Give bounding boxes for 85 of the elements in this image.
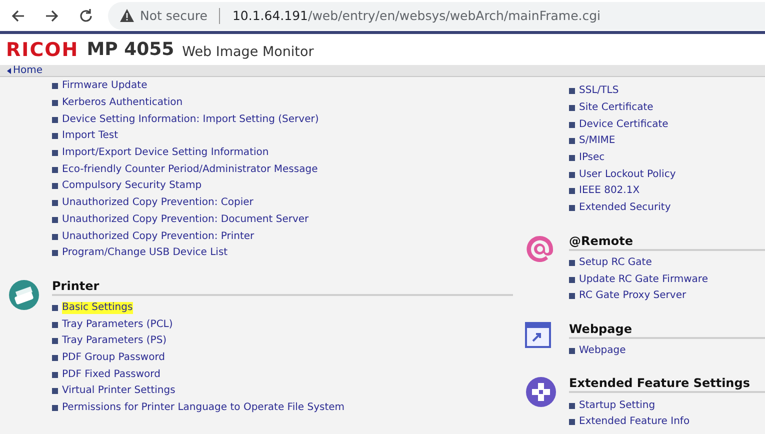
menu-link[interactable]: Site Certificate (579, 102, 654, 114)
menu-link[interactable]: SSL/TLS (579, 85, 619, 98)
bullet-icon (569, 205, 575, 212)
menu-link[interactable]: Setup RC Gate (579, 256, 652, 269)
bullet-icon (569, 122, 575, 128)
bullet-icon (569, 348, 575, 354)
menu-link[interactable]: User Lockout Policy (579, 168, 676, 181)
bullet-icon (52, 234, 58, 240)
menu-link[interactable]: PDF Group Password (62, 352, 165, 364)
bullet-icon (52, 100, 58, 106)
menu-link[interactable]: IEEE 802.1X (579, 185, 640, 198)
menu-link[interactable]: Import Test (62, 130, 118, 142)
bullet-icon (569, 276, 575, 283)
menu-link[interactable]: S/MIME (579, 135, 616, 148)
menu-link[interactable]: Device Setting Information: Import Setting (Server) (62, 114, 319, 126)
bullet-icon (52, 83, 58, 90)
menu-link[interactable]: Startup Setting (579, 400, 656, 412)
menu-link[interactable]: Eco-friendly Counter Period/Administrator Message (62, 164, 318, 176)
triangle-icon (7, 68, 11, 74)
section-heading: Webpage (569, 320, 765, 339)
section-heading: Extended Feature Settings (569, 375, 765, 394)
menu-link[interactable]: Firmware Update (62, 80, 148, 92)
menu-link[interactable]: Unauthorized Copy Prevention: Document Server (62, 214, 309, 226)
brand-logo: RICOH (6, 38, 79, 60)
address-bar[interactable]: Not secure 10.1.64.191/web/entry/en/websys/webArch/mainFrame.cgi (108, 2, 765, 30)
webpage-icon (525, 322, 551, 348)
menu-link[interactable]: Tray Parameters (PS) (62, 335, 167, 348)
menu-link[interactable]: Extended Feature Info (579, 416, 690, 428)
menu-link[interactable]: Basic Settings (62, 302, 133, 314)
bullet-icon (52, 250, 58, 256)
bullet-icon (52, 354, 58, 361)
menu-link[interactable]: Program/Change USB Device List (62, 247, 228, 260)
bullet-icon (569, 105, 575, 112)
bullet-icon (569, 188, 575, 194)
bullet-icon (52, 116, 58, 123)
bullet-icon (52, 166, 58, 173)
printer-icon (8, 278, 40, 311)
bullet-icon (569, 293, 575, 300)
menu-link[interactable]: Tray Parameters (PCL) (62, 318, 173, 331)
menu-link[interactable]: Unauthorized Copy Prevention: Copier (62, 197, 254, 210)
menu-link[interactable]: Device Certificate (579, 118, 668, 131)
menu-link[interactable]: IPsec (579, 152, 605, 164)
menu-link[interactable]: Unauthorized Copy Prevention: Printer (62, 230, 254, 243)
bullet-icon (569, 138, 575, 144)
reload-icon (78, 8, 94, 24)
security-label: Not secure (140, 8, 208, 23)
home-link[interactable]: Home (7, 65, 43, 76)
menu-link[interactable]: Webpage (579, 344, 626, 357)
bullet-icon (52, 200, 58, 206)
bullet-icon (52, 322, 58, 328)
warning-icon (120, 9, 134, 22)
bullet-icon (52, 133, 58, 140)
url-path: /web/entry/en/websys/webArch/mainFrame.cgi (308, 8, 601, 23)
url-host: 10.1.64.191 (232, 8, 308, 23)
extended-features-icon (525, 376, 557, 408)
bullet-icon (569, 402, 575, 409)
bullet-icon (569, 172, 575, 178)
bullet-icon (52, 338, 58, 344)
bullet-icon (569, 419, 575, 426)
menu-link[interactable]: Import/Export Device Setting Information (62, 147, 269, 160)
model-name: MP 4055 (86, 39, 174, 60)
back-arrow-icon (10, 8, 26, 24)
bullet-icon (52, 388, 58, 394)
bullet-icon (569, 260, 575, 266)
product-name: Web Image Monitor (182, 44, 314, 60)
section-heading: @Remote (569, 232, 765, 250)
bullet-icon (52, 183, 58, 190)
bullet-icon (52, 405, 58, 412)
menu-link[interactable]: Permissions for Printer Language to Operate File System (62, 402, 345, 414)
bullet-icon (52, 216, 58, 223)
bullet-icon (52, 304, 58, 311)
bullet-icon (569, 88, 575, 94)
bullet-icon (569, 155, 575, 162)
menu-link[interactable]: Virtual Printer Settings (62, 385, 176, 398)
bullet-icon (52, 150, 58, 156)
menu-link[interactable]: Update RC Gate Firmware (579, 274, 708, 286)
bullet-icon (52, 372, 58, 378)
menu-link[interactable]: Extended Security (579, 202, 671, 214)
menu-link[interactable]: PDF Fixed Password (62, 368, 160, 381)
menu-link[interactable]: RC Gate Proxy Server (579, 290, 686, 302)
menu-link[interactable]: Kerberos Authentication (62, 97, 183, 110)
section-heading: Printer (52, 278, 513, 296)
menu-link[interactable]: Compulsory Security Stamp (62, 180, 202, 192)
forward-arrow-icon (44, 8, 60, 24)
at-sign-icon (525, 234, 555, 264)
